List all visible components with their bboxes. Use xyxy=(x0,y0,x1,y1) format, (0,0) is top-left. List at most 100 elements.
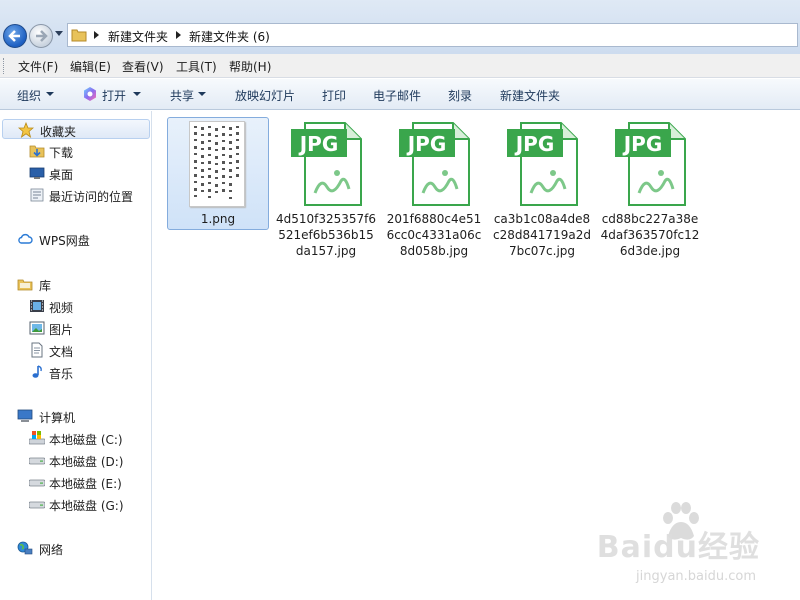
nav-label: 最近访问的位置 xyxy=(49,190,134,204)
jpg-label: JPG xyxy=(406,132,447,156)
nav-label: 计算机 xyxy=(39,411,76,425)
file-item[interactable]: 1.png xyxy=(167,117,269,230)
organize-button[interactable]: 组织 xyxy=(17,87,41,104)
folder-icon xyxy=(71,29,87,42)
nav-favorites[interactable]: 收藏夹 xyxy=(2,119,150,139)
desktop-icon xyxy=(29,167,45,179)
image-thumbnail xyxy=(189,121,245,207)
chevron-down-icon[interactable] xyxy=(198,92,206,96)
nav-label: 图片 xyxy=(49,323,74,337)
jpg-label: JPG xyxy=(622,132,663,156)
nav-computer[interactable]: 计算机 xyxy=(0,406,152,426)
nav-label: 库 xyxy=(39,279,52,293)
libraries-icon xyxy=(17,279,33,291)
jpg-file-icon: JPG xyxy=(399,122,470,206)
arrow-left-icon xyxy=(8,30,20,42)
open-button[interactable]: 打开 xyxy=(102,87,126,104)
nav-label: 本地磁盘 (E:) xyxy=(49,477,122,491)
back-button[interactable] xyxy=(3,24,27,48)
nav-disk-c[interactable]: 本地磁盘 (C:) xyxy=(0,428,152,448)
navigation-pane: 收藏夹 下载 桌面 最近访问的位置 WPS网盘 库 视频 图片 文档 音乐 计算… xyxy=(0,111,152,600)
menu-bar: 文件(F) 编辑(E) 查看(V) 工具(T) 帮助(H) xyxy=(0,54,800,78)
nav-music[interactable]: 音乐 xyxy=(0,362,152,382)
file-item[interactable]: JPG cd88bc227a38e4daf363570fc126d3de.jpg xyxy=(599,117,701,267)
command-bar: 组织 打开 共享 放映幻灯片 打印 电子邮件 刻录 新建文件夹 xyxy=(0,79,800,110)
picture-icon xyxy=(29,321,45,335)
address-box[interactable]: 新建文件夹 新建文件夹 (6) xyxy=(67,23,798,47)
open-app-icon[interactable] xyxy=(82,86,98,102)
menu-file[interactable]: 文件(F) xyxy=(18,58,58,75)
video-icon xyxy=(30,300,44,312)
nav-label: WPS网盘 xyxy=(39,234,90,248)
new-folder-button[interactable]: 新建文件夹 xyxy=(500,87,560,104)
share-button[interactable]: 共享 xyxy=(170,87,194,104)
nav-label: 本地磁盘 (D:) xyxy=(49,455,124,469)
jpg-label: JPG xyxy=(298,132,339,156)
nav-label: 下载 xyxy=(49,146,74,160)
address-bar-area: 新建文件夹 新建文件夹 (6) xyxy=(0,0,800,54)
jpg-file-icon: JPG xyxy=(615,122,686,206)
system-drive-icon xyxy=(29,431,45,445)
computer-icon xyxy=(17,409,33,422)
breadcrumb-separator-icon[interactable] xyxy=(94,31,99,39)
nav-pictures[interactable]: 图片 xyxy=(0,318,152,338)
file-item[interactable]: JPG ca3b1c08a4de8c28d841719a2d7bc07c.jpg xyxy=(491,117,593,267)
nav-disk-d[interactable]: 本地磁盘 (D:) xyxy=(0,450,152,470)
nav-label: 本地磁盘 (C:) xyxy=(49,433,123,447)
email-button[interactable]: 电子邮件 xyxy=(373,87,421,104)
calligraphy-thumbnail-icon xyxy=(194,126,239,199)
file-name: 4d510f325357f6521ef6b536b15da157.jpg xyxy=(275,212,377,258)
music-note-icon xyxy=(32,365,42,378)
recent-pages-dropdown[interactable] xyxy=(55,31,63,36)
jpg-file-icon: JPG xyxy=(291,122,362,206)
menu-view[interactable]: 查看(V) xyxy=(122,58,164,75)
nav-desktop[interactable]: 桌面 xyxy=(0,163,152,183)
nav-label: 本地磁盘 (G:) xyxy=(49,499,124,513)
nav-libraries[interactable]: 库 xyxy=(0,274,152,294)
menu-grip xyxy=(3,58,5,74)
nav-documents[interactable]: 文档 xyxy=(0,340,152,360)
watermark-url: jingyan.baidu.com xyxy=(636,569,756,584)
hard-drive-icon xyxy=(29,479,45,487)
nav-disk-e[interactable]: 本地磁盘 (E:) xyxy=(0,472,152,492)
breadcrumb-separator-icon[interactable] xyxy=(176,31,181,39)
menu-edit[interactable]: 编辑(E) xyxy=(70,58,111,75)
file-name: cd88bc227a38e4daf363570fc126d3de.jpg xyxy=(600,212,700,258)
network-icon xyxy=(17,541,33,555)
nav-disk-g[interactable]: 本地磁盘 (G:) xyxy=(0,494,152,514)
print-button[interactable]: 打印 xyxy=(322,87,346,104)
nav-recent-places[interactable]: 最近访问的位置 xyxy=(0,185,152,205)
chevron-down-icon[interactable] xyxy=(133,92,141,96)
breadcrumb-item[interactable]: 新建文件夹 xyxy=(108,28,168,45)
menu-help[interactable]: 帮助(H) xyxy=(229,58,271,75)
arrow-right-icon xyxy=(36,30,48,42)
jpg-file-icon: JPG xyxy=(507,122,578,206)
file-item[interactable]: JPG 4d510f325357f6521ef6b536b15da157.jpg xyxy=(275,117,377,267)
forward-button[interactable] xyxy=(29,24,53,48)
downloads-folder-icon xyxy=(29,145,45,158)
file-name: ca3b1c08a4de8c28d841719a2d7bc07c.jpg xyxy=(493,212,591,258)
file-list: 1.png JPG 4d510f325357f6521ef6b536b15da1… xyxy=(153,111,800,600)
nav-network[interactable]: 网络 xyxy=(0,538,152,558)
nav-downloads[interactable]: 下载 xyxy=(0,141,152,161)
slideshow-button[interactable]: 放映幻灯片 xyxy=(235,87,295,104)
nav-label: 文档 xyxy=(49,345,74,359)
hard-drive-icon xyxy=(29,501,45,509)
nav-wps-drive[interactable]: WPS网盘 xyxy=(0,229,152,249)
file-item[interactable]: JPG 201f6880c4e516cc0c4331a06c8d058b.jpg xyxy=(383,117,485,267)
nav-label: 音乐 xyxy=(49,367,74,381)
burn-button[interactable]: 刻录 xyxy=(448,87,472,104)
nav-label: 桌面 xyxy=(49,168,74,182)
menu-tools[interactable]: 工具(T) xyxy=(176,58,217,75)
file-name: 1.png xyxy=(200,212,236,226)
nav-label: 视频 xyxy=(49,301,74,315)
breadcrumb-item[interactable]: 新建文件夹 (6) xyxy=(189,28,270,45)
file-name: 201f6880c4e516cc0c4331a06c8d058b.jpg xyxy=(386,212,482,258)
jpg-label: JPG xyxy=(514,132,555,156)
recent-places-icon xyxy=(30,188,44,202)
nav-videos[interactable]: 视频 xyxy=(0,296,152,316)
watermark-brand: Baidu经验 xyxy=(596,530,760,565)
chevron-down-icon[interactable] xyxy=(46,92,54,96)
star-icon xyxy=(18,122,34,138)
hard-drive-icon xyxy=(29,457,45,465)
